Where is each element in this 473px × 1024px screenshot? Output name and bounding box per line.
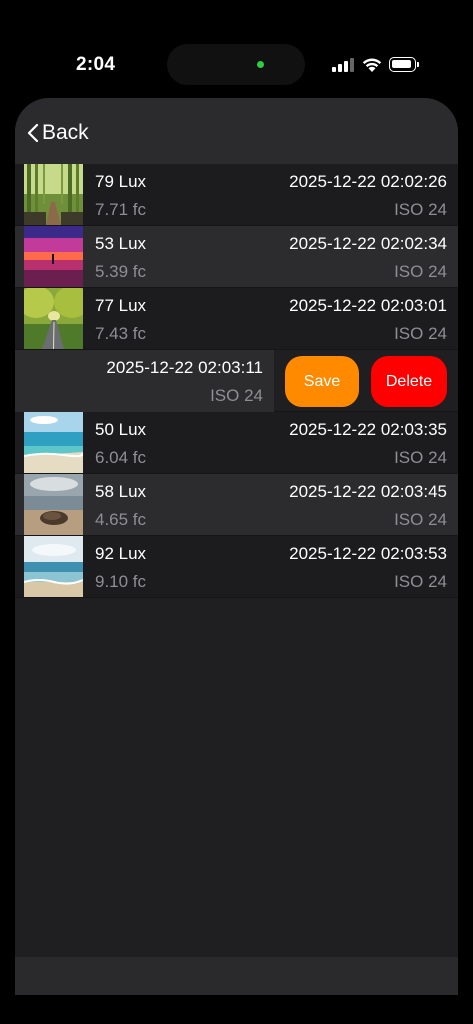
status-bar: 2:04 xyxy=(15,29,458,99)
timestamp: 2025-12-22 02:03:45 xyxy=(289,482,447,501)
footcandle-value: 5.39 fc xyxy=(95,262,147,281)
timestamp: 2025-12-22 02:03:11 xyxy=(106,358,263,377)
timestamp: 2025-12-22 02:03:01 xyxy=(289,296,447,315)
wifi-icon xyxy=(361,56,383,73)
tropical-beach-thumbnail xyxy=(24,412,83,473)
timestamp: 2025-12-22 02:02:34 xyxy=(289,234,447,253)
timestamp: 2025-12-22 02:03:35 xyxy=(289,420,447,439)
tree-tunnel-road-thumbnail xyxy=(24,288,83,349)
list-item[interactable]: 79 Lux 7.71 fc 2025-12-22 02:02:26 ISO 2… xyxy=(15,164,458,226)
battery-icon xyxy=(389,57,419,72)
status-time: 2:04 xyxy=(76,54,116,75)
cellular-signal-icon xyxy=(332,58,354,72)
lux-value: 92 Lux xyxy=(95,544,147,563)
list-item[interactable]: 77 Lux 7.43 fc 2025-12-22 02:03:01 ISO 2… xyxy=(15,288,458,350)
footcandle-value: 9.10 fc xyxy=(95,572,147,591)
list-item[interactable]: 53 Lux 5.39 fc 2025-12-22 02:02:34 ISO 2… xyxy=(15,226,458,288)
lux-value: 50 Lux xyxy=(95,420,147,439)
save-button[interactable]: Save xyxy=(285,356,359,407)
list-item-swiped[interactable]: 2025-12-22 02:03:11 ISO 24 Save Delete xyxy=(15,350,458,412)
iso-value: ISO 24 xyxy=(394,448,447,467)
footcandle-value: 7.43 fc xyxy=(95,324,147,343)
lux-value: 58 Lux xyxy=(95,482,147,501)
back-button[interactable]: Back xyxy=(27,118,89,148)
bamboo-path-thumbnail xyxy=(24,164,83,225)
iso-value: ISO 24 xyxy=(210,386,263,405)
camera-indicator-dot xyxy=(257,61,264,68)
back-label: Back xyxy=(42,121,89,144)
dynamic-island xyxy=(167,44,305,85)
history-sheet: Back 79 Lux 7.71 fc 2025-12-22 02:02:26 … xyxy=(15,98,458,995)
chevron-left-icon xyxy=(27,123,39,143)
lux-value: 53 Lux xyxy=(95,234,147,253)
list-item[interactable]: 58 Lux 4.65 fc 2025-12-22 02:03:45 ISO 2… xyxy=(15,474,458,536)
footcandle-value: 7.71 fc xyxy=(95,200,147,219)
timestamp: 2025-12-22 02:03:53 xyxy=(289,544,447,563)
navigation-bar: Back xyxy=(15,98,458,164)
lux-value: 77 Lux xyxy=(95,296,147,315)
readings-list: 79 Lux 7.71 fc 2025-12-22 02:02:26 ISO 2… xyxy=(15,164,458,598)
iso-value: ISO 24 xyxy=(394,200,447,219)
list-item[interactable]: 92 Lux 9.10 fc 2025-12-22 02:03:53 ISO 2… xyxy=(15,536,458,598)
phone-screen: 2:04 Back 79 Lux 7.71 fc 2025-12-22 02:0… xyxy=(15,29,458,995)
lux-value: 79 Lux xyxy=(95,172,147,191)
iso-value: ISO 24 xyxy=(394,572,447,591)
delete-button[interactable]: Delete xyxy=(371,356,447,407)
sunset-sea-thumbnail xyxy=(24,226,83,287)
iso-value: ISO 24 xyxy=(394,262,447,281)
bottom-toolbar xyxy=(15,957,458,995)
rock-shore-thumbnail xyxy=(24,474,83,535)
timestamp: 2025-12-22 02:02:26 xyxy=(289,172,447,191)
list-item[interactable]: 50 Lux 6.04 fc 2025-12-22 02:03:35 ISO 2… xyxy=(15,412,458,474)
footcandle-value: 6.04 fc xyxy=(95,448,147,467)
swiped-row-content[interactable]: 2025-12-22 02:03:11 ISO 24 xyxy=(15,350,274,412)
ocean-waves-thumbnail xyxy=(24,536,83,597)
iso-value: ISO 24 xyxy=(394,510,447,529)
iso-value: ISO 24 xyxy=(394,324,447,343)
footcandle-value: 4.65 fc xyxy=(95,510,147,529)
